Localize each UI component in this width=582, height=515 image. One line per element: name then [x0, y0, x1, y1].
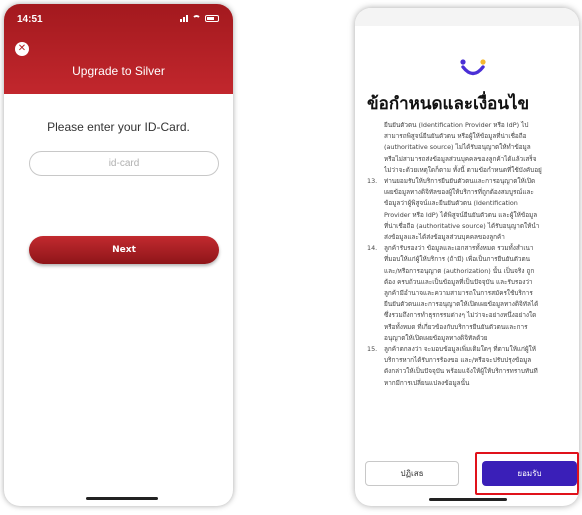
clause-number: 14.: [367, 244, 378, 253]
accept-highlight-box: [475, 452, 579, 495]
terms-clause: 14. ลูกค้ารับรองว่า ข้อมูลและเอกสารทั้งหม…: [367, 243, 578, 344]
brand-logo-icon: [460, 59, 486, 76]
clause-text-line: ข้อมูลว่าผู้พิสูจน์และยืนยันตัวตน (Ident…: [384, 199, 518, 208]
clause-text-line: ท่านยอมรับให้บริการยืนยันตัวตนและการอนุญ…: [384, 177, 536, 186]
clause-text-line: ยืนยันตัวตนและการอนุญาตให้เปิดเผยข้อมูลท…: [384, 300, 539, 309]
page-title: Upgrade to Silver: [72, 64, 165, 78]
clause-text-line: และ/หรือการอนุญาต (authorization) นั้น เ…: [384, 266, 535, 275]
clause-text-line: หากมีการเปลี่ยนแปลงข้อมูลนั้น: [384, 378, 470, 387]
clause-text-line: ยืนยันตัวตน (Identification Provider หรื…: [384, 121, 529, 129]
terms-clause: 15. ลูกค้าตกลงว่า จะมอบข้อมูลเพิ่มเติมใดๆ…: [367, 344, 578, 389]
clause-text-line: ที่น่าเชื่อถือ (authoritative source) ได…: [384, 221, 540, 230]
clause-text-line: ลูกค้าตกลงว่า จะมอบข้อมูลเพิ่มเติมใดๆ ที…: [384, 345, 536, 354]
status-bar: [355, 8, 579, 26]
clause-text-line: หรือทั้งหมด ที่เกี่ยวข้องกับบริการยืนยัน…: [384, 322, 528, 331]
terms-body[interactable]: ยืนยันตัวตน (Identification Provider หรื…: [367, 120, 578, 448]
status-icons: [180, 14, 219, 22]
battery-icon: [205, 14, 219, 22]
close-icon[interactable]: ✕: [15, 42, 29, 56]
clause-text-line: อนุญาตให้เปิดเผยข้อมูลทางดิจิทัลด้วย: [384, 333, 488, 342]
signal-icon: [180, 14, 188, 22]
id-card-prompt: Please enter your ID-Card.: [47, 120, 190, 134]
clause-text-line: เผยข้อมูลทางดิจิทัลของผู้ให้บริการที่ถูก…: [384, 188, 534, 197]
clause-number: 15.: [367, 345, 378, 354]
id-card-input[interactable]: [29, 151, 219, 176]
clause-text-line: ที่มอบให้แก่ผู้ให้บริการ (ถ้ามี) เพื่อเป…: [384, 255, 531, 264]
terms-screen: ข้อกำหนดและเงื่อนไข ยืนยันตัวตน (Identif…: [355, 8, 579, 506]
upgrade-screen: 14:51 ✕ Upgrade to Silver Please enter y…: [4, 4, 233, 506]
decline-button[interactable]: ปฏิเสธ: [365, 461, 459, 486]
clause-text-line: ส่งข้อมูลและได้ส่งข้อมูลส่วนบุคคลของลูกค…: [384, 233, 505, 242]
clause-text-line: บริการหากได้รับการร้องขอ และ/หรือจะปรับป…: [384, 356, 532, 365]
clause-text-line: ดังกล่าวให้เป็นปัจจุบัน พร้อมแจ้งให้ผู้ใ…: [384, 367, 538, 376]
clause-text-line: ไม่ว่าจะด้วยเหตุใดก็ตาม ทั้งนี้ ตามข้อกำ…: [384, 165, 542, 174]
clause-text-line: ลูกค้ามีอำนาจและความสามารถในการสมัครใช้บ…: [384, 289, 533, 298]
home-indicator: [429, 498, 507, 501]
next-button[interactable]: Next: [29, 236, 219, 264]
clause-text-line: ซึ่งรวมถึงการทำธุรกรรมต่างๆ ไม่ว่าจะอย่า…: [384, 311, 537, 320]
terms-clause: 13. ท่านยอมรับให้บริการยืนยันตัวตนและการอ…: [367, 176, 578, 243]
home-indicator: [86, 497, 158, 500]
clause-text-line: Provider หรือ IdP) ได้พิสูจน์ยืนยันตัวตน…: [384, 210, 538, 219]
clause-text-line: ลูกค้ารับรองว่า ข้อมูลและเอกสารทั้งหมด ร…: [384, 244, 534, 253]
clause-text-line: (authoritative source) ไม่ได้รับอนุญาตให…: [384, 143, 531, 152]
terms-clause: ยืนยันตัวตน (Identification Provider หรื…: [367, 120, 578, 176]
clause-text-line: สามารถพิสูจน์ยืนยันตัวตน หรือผู้ให้ข้อมู…: [384, 132, 527, 141]
status-time: 14:51: [17, 14, 43, 25]
wifi-icon: [192, 14, 201, 22]
clause-number: 13.: [367, 177, 378, 186]
clause-text-line: หรือไม่สามารถส่งข้อมูลส่วนบุคคลของลูกค้า…: [384, 154, 537, 163]
clause-text-line: ต้อง ครบถ้วนและเป็นข้อมูลที่เป็นปัจจุบัน…: [384, 277, 533, 286]
terms-title: ข้อกำหนดและเงื่อนไข: [367, 94, 530, 114]
clause-number: [367, 120, 384, 176]
